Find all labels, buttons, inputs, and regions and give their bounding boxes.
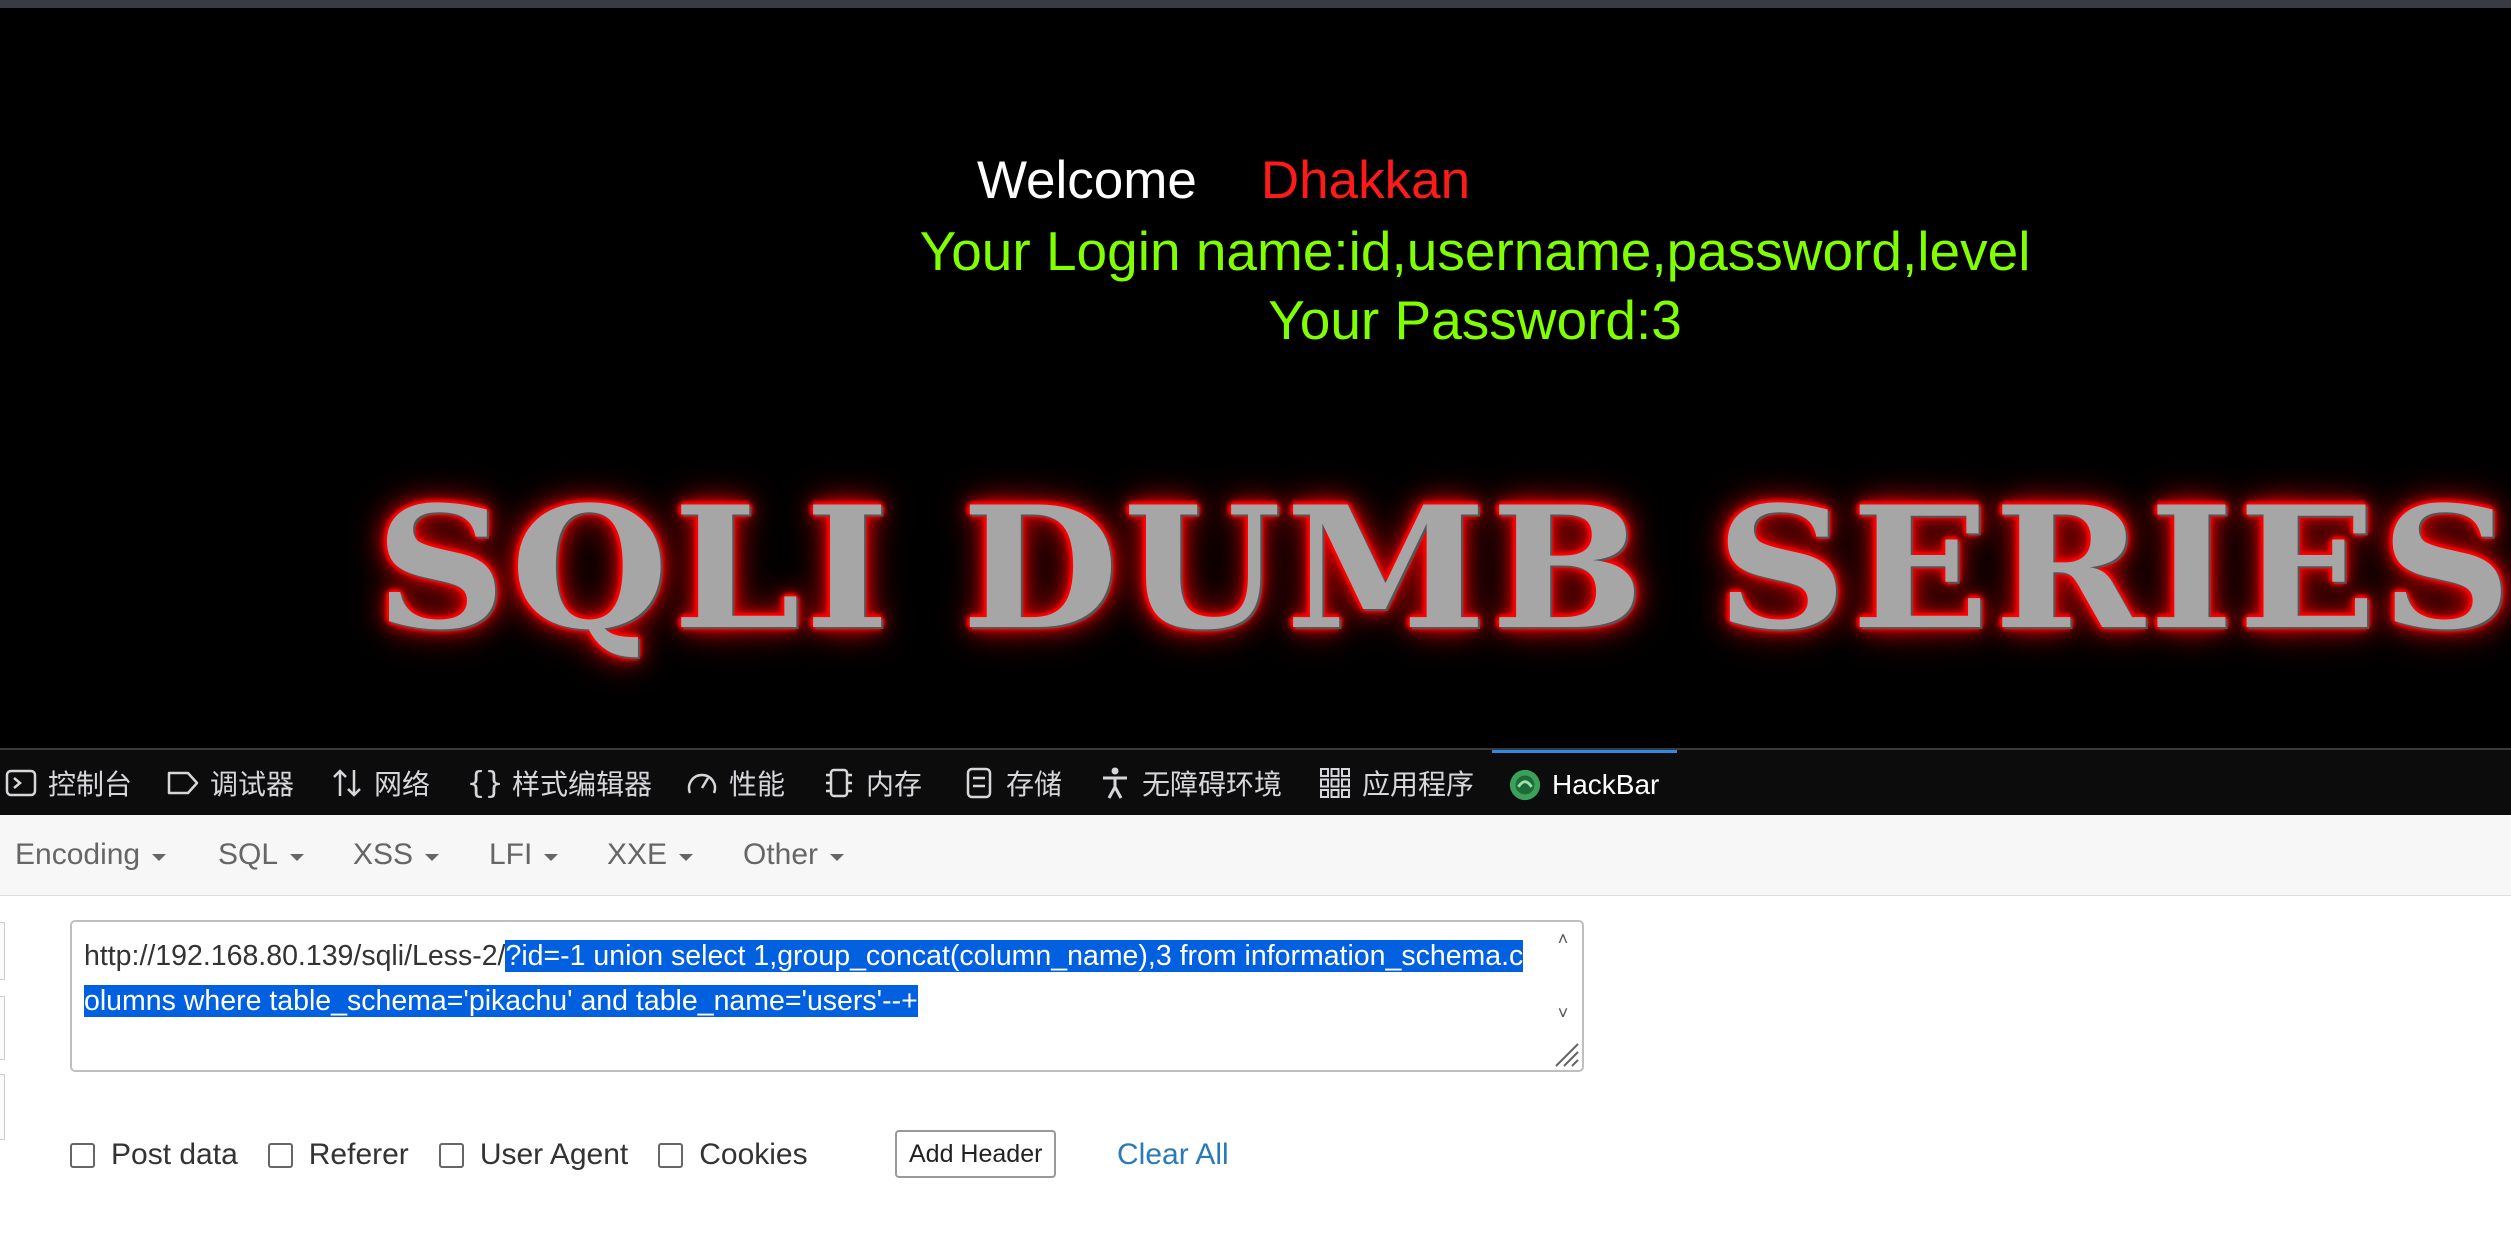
url-base: http://192.168.80.139/sqli/Less-2/ — [84, 940, 506, 972]
option-label: Referer — [308, 1138, 409, 1171]
web-page-content: Welcome Dhakkan Your Login name:id,userna… — [0, 8, 2511, 748]
cookies-checkbox[interactable] — [658, 1142, 684, 1168]
url-textarea[interactable]: http://192.168.80.139/sqli/Less-2/?id=-1… — [70, 920, 1584, 1072]
tab-console[interactable]: 控制台 — [4, 750, 132, 816]
option-label: Cookies — [699, 1138, 808, 1171]
tab-label: 控制台 — [48, 769, 133, 800]
clear-all-link[interactable]: Clear All — [1117, 1130, 1229, 1180]
chevron-down-icon — [152, 853, 167, 861]
chip-icon — [822, 766, 856, 800]
split-url-button[interactable] — [0, 996, 5, 1060]
post-data-checkbox[interactable] — [70, 1142, 95, 1168]
encoding-dropdown[interactable]: Encoding — [15, 815, 167, 895]
tab-hackbar[interactable]: HackBar — [1492, 750, 1678, 816]
chevron-down-icon — [679, 853, 694, 861]
storage-icon — [962, 766, 996, 800]
password-line: Your Password:3 — [1268, 289, 1682, 351]
tab-style-editor[interactable]: {} 样式编辑器 — [466, 750, 653, 816]
tab-label: HackBar — [1552, 768, 1660, 800]
other-dropdown[interactable]: Other — [743, 815, 845, 895]
tab-network[interactable]: 网络 — [330, 750, 430, 816]
user-agent-option[interactable]: User Agent — [438, 1138, 629, 1172]
tab-label: 应用程序 — [1362, 769, 1475, 800]
chevron-down-icon — [544, 853, 559, 861]
tab-debugger[interactable]: 调试器 — [166, 750, 294, 816]
cookies-option[interactable]: Cookies — [658, 1138, 808, 1172]
chevron-down-icon — [425, 853, 440, 861]
referer-checkbox[interactable] — [267, 1142, 293, 1168]
lfi-dropdown[interactable]: LFI — [489, 815, 559, 895]
gauge-icon — [685, 766, 719, 800]
welcome-word: Welcome — [976, 151, 1197, 210]
option-label: User Agent — [479, 1138, 629, 1171]
dropdown-label: Other — [743, 838, 819, 871]
user-agent-checkbox[interactable] — [438, 1142, 464, 1168]
dropdown-label: XXE — [607, 838, 668, 871]
hackbar-icon — [1508, 768, 1542, 802]
chevron-down-icon — [290, 853, 305, 861]
url-text[interactable]: http://192.168.80.139/sqli/Less-2/?id=-1… — [84, 934, 1524, 1024]
dropdown-label: XSS — [353, 838, 414, 871]
sqli-banner-logo: SQLI DUMB SERIES-2 — [375, 469, 2511, 667]
tab-memory[interactable]: 内存 — [822, 750, 922, 816]
welcome-line: Welcome Dhakkan — [0, 146, 2479, 216]
braces-icon: {} — [466, 765, 504, 801]
browser-top-strip — [0, 0, 2511, 8]
resize-grip-icon[interactable] — [1546, 1034, 1580, 1068]
welcome-username: Dhakkan — [1260, 151, 1471, 210]
tab-storage[interactable]: 存储 — [962, 750, 1062, 816]
tab-label: 样式编辑器 — [512, 769, 653, 800]
execute-button[interactable] — [0, 1074, 5, 1140]
hackbar-options: Post data Referer User Agent Cookies — [70, 1130, 838, 1180]
network-icon — [330, 766, 364, 800]
dropdown-label: LFI — [489, 838, 533, 871]
console-icon — [4, 766, 38, 800]
referer-option[interactable]: Referer — [267, 1138, 409, 1172]
accessibility-icon — [1098, 766, 1132, 800]
dropdown-label: SQL — [218, 838, 279, 871]
hackbar-menu-bar: Encoding SQL XSS LFI XXE Other — [0, 815, 2511, 896]
xxe-dropdown[interactable]: XXE — [607, 815, 694, 895]
load-url-button[interactable] — [0, 922, 5, 980]
debugger-icon — [166, 766, 200, 800]
tab-label: 性能 — [729, 769, 786, 800]
tab-label: 存储 — [1006, 769, 1063, 800]
tab-application[interactable]: 应用程序 — [1318, 750, 1474, 816]
chevron-down-icon — [830, 853, 845, 861]
add-header-button[interactable]: Add Header — [895, 1130, 1057, 1178]
option-label: Post data — [111, 1138, 238, 1171]
tab-accessibility[interactable]: 无障碍环境 — [1098, 750, 1282, 816]
grid-icon — [1318, 766, 1352, 800]
login-name-line: Your Login name:id,username,password,lev… — [919, 220, 2031, 282]
scroll-up-arrow-icon[interactable]: ˄ — [1552, 928, 1574, 950]
scroll-down-arrow-icon[interactable]: ˅ — [1552, 1002, 1574, 1024]
tab-label: 无障碍环境 — [1142, 769, 1283, 800]
post-data-option[interactable]: Post data — [70, 1138, 238, 1172]
sql-dropdown[interactable]: SQL — [218, 815, 305, 895]
tab-label: 网络 — [374, 769, 431, 800]
devtools-tab-bar: 控制台 调试器 网络 {} 样式编辑器 性能 内存 存储 无障碍环境 应用程序 … — [0, 748, 2511, 817]
tab-label: 内存 — [866, 769, 923, 800]
tab-performance[interactable]: 性能 — [685, 750, 785, 816]
tab-label: 调试器 — [210, 769, 295, 800]
dropdown-label: Encoding — [15, 838, 141, 871]
xss-dropdown[interactable]: XSS — [353, 815, 440, 895]
